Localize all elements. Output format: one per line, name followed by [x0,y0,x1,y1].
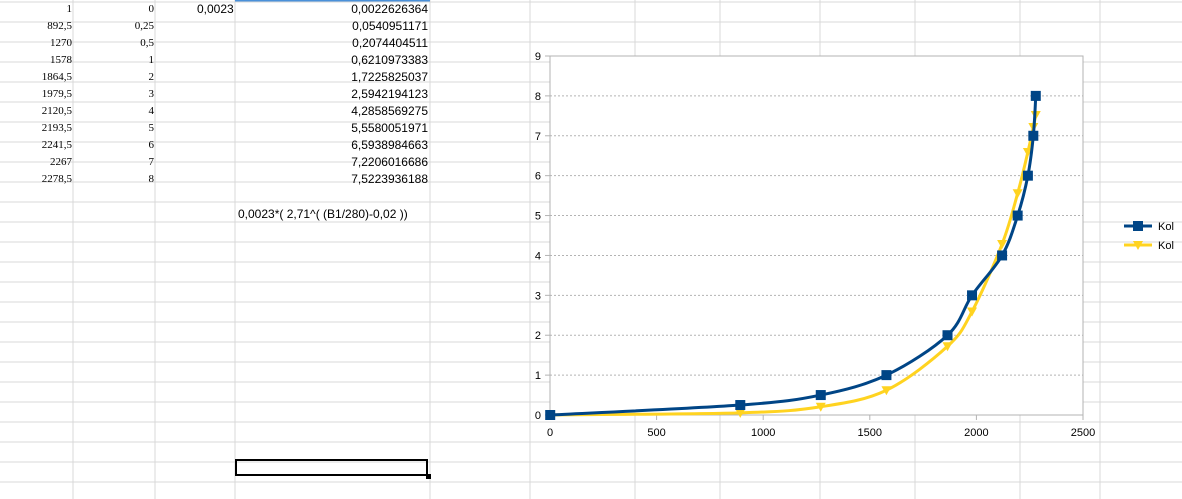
cell-col-b[interactable]: 0 [34,1,155,18]
y-tick-label: 6 [535,171,541,183]
cell-col-b[interactable]: 5 [34,120,155,137]
x-tick-label: 1500 [858,427,882,439]
cell-col-c[interactable]: 0,0023 [197,1,234,18]
y-tick-label: 2 [535,330,541,342]
cell-col-b[interactable]: 3 [34,86,155,103]
square-marker [545,410,556,420]
square-marker [1028,130,1039,141]
square-marker [942,330,953,341]
square-marker [967,290,978,301]
cell-col-b[interactable]: 0,5 [34,35,154,52]
plot-area [549,55,1084,416]
x-tick-label: 500 [647,427,665,439]
cell-col-b[interactable]: 1 [34,52,155,69]
cell-col-d[interactable]: 4,2858569275 [308,103,428,120]
y-tick-label: 0 [535,410,541,422]
square-marker [881,370,892,381]
xy-chart[interactable]: 0 1 2 3 4 5 6 7 8 9 0 500 1000 1500 2000 2500 Kol Kol [430,0,1182,499]
square-marker [1022,170,1033,181]
y-tick-label: 9 [535,51,541,63]
square-marker [1012,210,1023,221]
square-marker [735,400,746,411]
cell-col-b[interactable]: 4 [34,103,155,120]
square-marker [1030,90,1041,101]
y-tick-label: 8 [535,91,541,103]
cell-col-b[interactable]: 8 [34,171,155,188]
y-tick-label: 5 [535,211,541,223]
x-tick-label: 0 [547,427,553,439]
legend-entry-1[interactable]: Kol [1124,221,1174,233]
cell-col-d[interactable]: 7,5223936188 [308,171,428,188]
y-tick-label: 4 [535,250,541,262]
legend-label: Kol [1158,221,1174,233]
cell-col-d[interactable]: 1,7225825037 [308,69,428,86]
selected-cell[interactable] [235,459,428,476]
y-tick-label: 7 [535,131,541,143]
cell-col-d[interactable]: 0,0022626364 [308,1,428,18]
legend-label: Kol [1158,240,1174,252]
cell-col-d[interactable]: 7,2206016686 [308,154,428,171]
cell-col-d[interactable]: 6,5938984663 [308,137,428,154]
legend-entry-2[interactable]: Kol [1124,240,1174,252]
cell-col-b[interactable]: 0,25 [34,18,154,35]
cell-col-d[interactable]: 2,5942194123 [308,86,428,103]
square-marker [815,390,826,401]
cell-col-d[interactable]: 0,0540951171 [308,18,428,35]
x-tick-label: 2000 [964,427,988,439]
cell-col-d[interactable]: 0,6210973383 [308,52,428,69]
y-tick-label: 3 [535,290,541,302]
cell-col-d[interactable]: 0,2074404511 [308,35,428,52]
cell-col-d[interactable]: 5,5580051971 [308,120,428,137]
cell-col-b[interactable]: 7 [34,154,155,171]
y-tick-label: 1 [535,370,541,382]
cell-col-b[interactable]: 2 [34,69,155,86]
square-marker [1133,221,1143,231]
cell-col-b[interactable]: 6 [34,137,155,154]
x-tick-label: 2500 [1071,427,1095,439]
formula-text-cell[interactable]: 0,0023*( 2,71^( (B1/280)-0,02 )) [238,206,408,223]
square-marker [997,250,1008,261]
x-tick-label: 1000 [751,427,775,439]
